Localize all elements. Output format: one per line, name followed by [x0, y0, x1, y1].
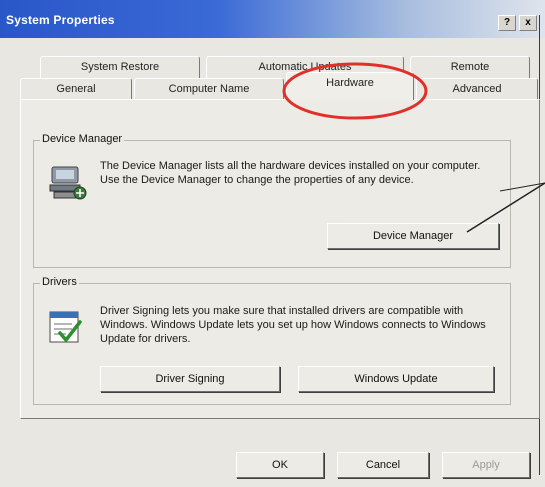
- device-manager-description: The Device Manager lists all the hardwar…: [100, 160, 481, 186]
- drivers-group: Drivers Driver Signing lets you make sur…: [33, 276, 511, 405]
- device-manager-button[interactable]: Device Manager: [327, 223, 499, 249]
- tab-label: General: [56, 83, 96, 95]
- cancel-button[interactable]: Cancel: [337, 452, 429, 478]
- drivers-group-title: Drivers: [40, 276, 79, 288]
- tab-label: Hardware: [326, 77, 374, 89]
- driver-signing-button[interactable]: Driver Signing: [100, 366, 280, 392]
- title-buttons: ? x: [498, 15, 537, 31]
- tab-hardware[interactable]: Hardware: [286, 72, 414, 100]
- drivers-description: Driver Signing lets you make sure that i…: [100, 305, 486, 345]
- window-title: System Properties: [6, 13, 115, 27]
- tab-computer-name[interactable]: Computer Name: [134, 78, 284, 100]
- title-bar: System Properties ? x: [0, 0, 545, 38]
- close-icon[interactable]: x: [519, 15, 537, 31]
- device-manager-group: Device Manager The Device Manager lists …: [33, 133, 511, 268]
- tab-advanced[interactable]: Advanced: [416, 78, 538, 100]
- tab-general[interactable]: General: [20, 78, 132, 100]
- system-properties-window: System Properties ? x System Restore Aut…: [0, 0, 545, 487]
- device-manager-group-title: Device Manager: [40, 133, 125, 145]
- driver-signing-icon: [49, 311, 82, 343]
- hardware-tab-panel: Device Manager The Device Manager lists …: [20, 99, 540, 419]
- tab-system-restore[interactable]: System Restore: [40, 56, 200, 78]
- help-icon[interactable]: ?: [498, 15, 516, 31]
- apply-button[interactable]: Apply: [442, 452, 530, 478]
- ok-button[interactable]: OK: [236, 452, 324, 478]
- windows-update-button[interactable]: Windows Update: [298, 366, 494, 392]
- device-manager-icon: [49, 166, 87, 200]
- tab-label: System Restore: [80, 61, 160, 73]
- tab-label: Computer Name: [168, 83, 250, 95]
- tab-label: Remote: [450, 61, 490, 73]
- tab-remote[interactable]: Remote: [410, 56, 530, 78]
- tab-label: Advanced: [452, 83, 502, 95]
